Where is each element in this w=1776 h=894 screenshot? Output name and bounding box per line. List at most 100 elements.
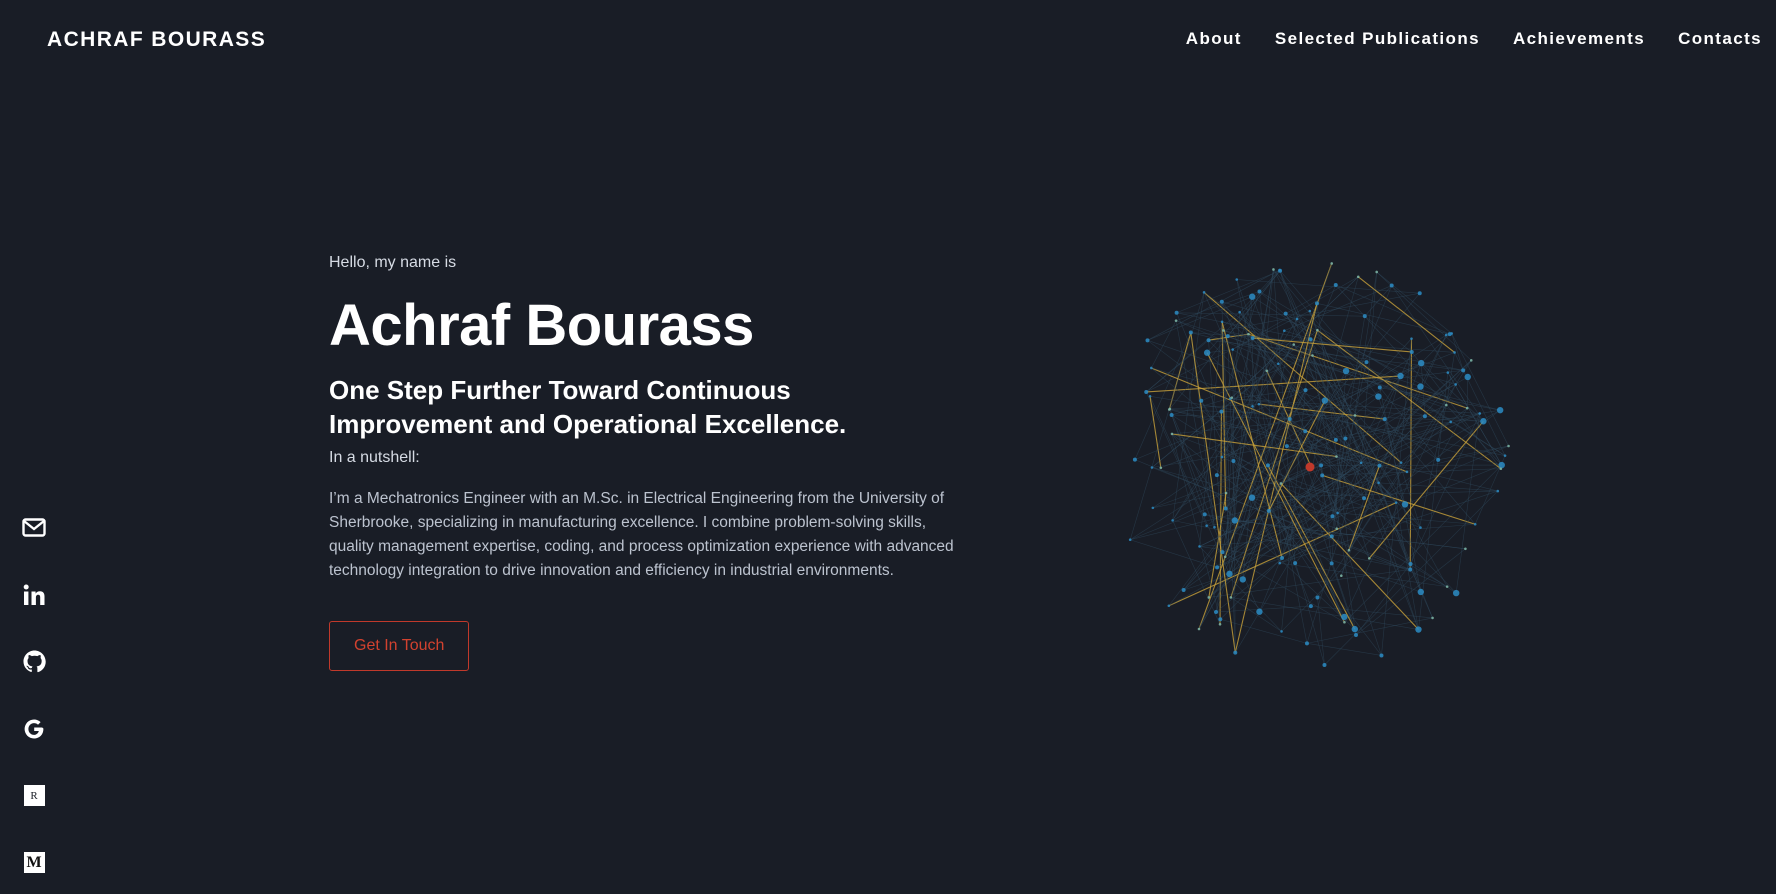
network-edge xyxy=(1437,408,1468,460)
network-node xyxy=(1169,412,1174,417)
network-node xyxy=(1321,397,1329,404)
network-node xyxy=(1436,457,1441,462)
network-node xyxy=(1364,360,1369,365)
hero-name: Achraf Bourass xyxy=(329,293,754,358)
network-node xyxy=(1235,278,1239,281)
network-node xyxy=(1452,589,1460,597)
network-edge xyxy=(1204,514,1421,593)
network-node xyxy=(1444,333,1448,337)
network-node xyxy=(1218,617,1223,622)
nav-selected-publications[interactable]: Selected Publications xyxy=(1275,29,1480,49)
network-node xyxy=(1507,444,1510,448)
network-node xyxy=(1382,417,1387,422)
network-node xyxy=(1461,368,1466,373)
network-node xyxy=(1377,385,1382,390)
google-scholar-icon[interactable] xyxy=(22,717,46,740)
network-node xyxy=(1449,420,1453,424)
network-node xyxy=(1308,604,1313,609)
network-edges xyxy=(1129,263,1509,666)
network-node xyxy=(1418,359,1425,367)
network-node xyxy=(1464,547,1467,551)
network-node xyxy=(1174,310,1179,315)
network-node xyxy=(1496,489,1500,493)
get-in-touch-button[interactable]: Get In Touch xyxy=(329,620,470,671)
network-node xyxy=(1257,402,1261,406)
network-node xyxy=(1219,409,1224,414)
network-node xyxy=(1347,548,1351,552)
network-node xyxy=(1218,622,1222,626)
network-node xyxy=(1401,501,1409,508)
network-node xyxy=(1256,608,1263,615)
network-node xyxy=(1377,481,1380,485)
researchgate-icon[interactable]: R xyxy=(22,784,46,807)
network-edge xyxy=(1410,413,1480,565)
network-node xyxy=(1496,406,1504,414)
network-node xyxy=(1335,455,1338,458)
mail-icon[interactable] xyxy=(22,516,46,539)
network-node xyxy=(1408,567,1413,572)
network-node xyxy=(1223,555,1227,559)
github-icon[interactable] xyxy=(22,650,46,673)
network-node xyxy=(1303,429,1308,434)
network-node xyxy=(1233,650,1238,655)
network-edge xyxy=(1316,303,1450,335)
network-node xyxy=(1265,463,1270,468)
network-edge xyxy=(1384,418,1476,525)
linkedin-icon[interactable] xyxy=(22,583,46,606)
network-node xyxy=(1499,467,1503,471)
network-node xyxy=(1202,291,1206,294)
network-node xyxy=(1340,574,1343,578)
network-node xyxy=(1351,625,1359,633)
network-edge xyxy=(1151,320,1177,369)
network-node xyxy=(1450,332,1453,335)
network-node xyxy=(1168,407,1172,411)
network-edge xyxy=(1234,520,1466,550)
network-node xyxy=(1213,525,1216,529)
network-node xyxy=(1292,343,1296,346)
network-node xyxy=(1231,458,1236,463)
network-node xyxy=(1150,466,1154,469)
network-node xyxy=(1223,506,1228,511)
network-node xyxy=(1410,337,1413,340)
network-node xyxy=(1265,369,1269,373)
network-node xyxy=(1197,627,1201,631)
medium-icon[interactable]: M xyxy=(22,851,46,874)
network-node xyxy=(1478,412,1481,415)
network-edge xyxy=(1335,284,1450,335)
network-node xyxy=(1367,557,1371,560)
network-node xyxy=(1199,398,1204,403)
site-logo[interactable]: ACHRAF BOURASS xyxy=(47,28,266,52)
network-node xyxy=(1329,534,1334,539)
network-node xyxy=(1203,349,1211,356)
network-node xyxy=(1283,311,1288,316)
network-node xyxy=(1445,585,1449,588)
nav-contacts[interactable]: Contacts xyxy=(1678,29,1762,49)
network-node xyxy=(1149,366,1153,370)
network-node xyxy=(1333,437,1338,442)
network-node xyxy=(1375,393,1382,400)
network-node xyxy=(1315,595,1320,600)
network-node xyxy=(1362,496,1367,501)
network-node xyxy=(1231,348,1235,351)
network-node xyxy=(1379,653,1384,658)
network-node xyxy=(1465,406,1469,410)
network-node xyxy=(1322,663,1327,668)
main-nav: About Selected Publications Achievements… xyxy=(1186,29,1762,49)
network-edge xyxy=(1310,605,1433,619)
network-node xyxy=(1219,299,1224,304)
network-node xyxy=(1335,527,1339,531)
network-node xyxy=(1415,626,1422,633)
network-node xyxy=(1353,414,1357,417)
network-node xyxy=(1148,394,1152,398)
network-node xyxy=(1320,473,1325,478)
social-links: R M xyxy=(22,516,46,874)
network-node xyxy=(1159,466,1163,470)
network-node xyxy=(1453,351,1456,354)
network-node xyxy=(1206,338,1211,343)
nav-about[interactable]: About xyxy=(1186,29,1242,49)
network-node xyxy=(1329,561,1334,566)
nav-achievements[interactable]: Achievements xyxy=(1513,29,1645,49)
network-node xyxy=(1202,512,1207,517)
network-node xyxy=(1408,562,1413,567)
network-edge xyxy=(1306,617,1433,644)
